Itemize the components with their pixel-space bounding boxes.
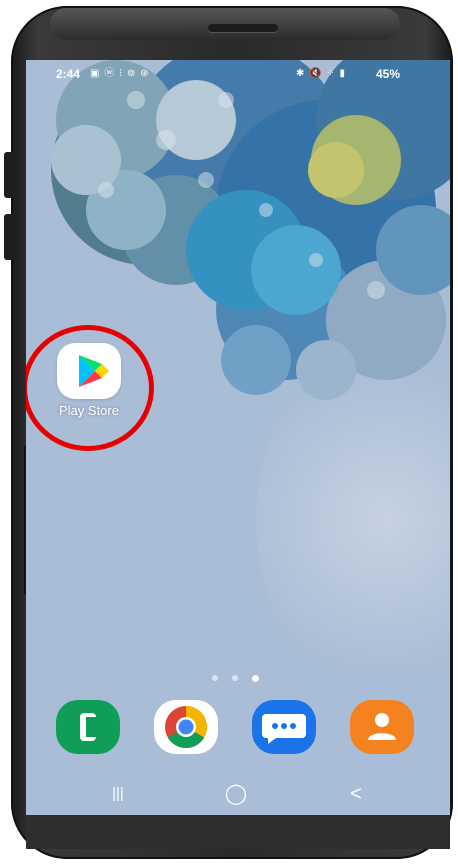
home-button[interactable]: ◯ — [216, 782, 256, 806]
dock — [26, 700, 450, 770]
navigation-bar: ||| ◯ < — [26, 778, 450, 812]
earpiece-speaker — [208, 24, 278, 32]
home-screen: 2:44 ▣ ⓦ ⁝ ⊚ ⊛ ✱ 🔇 ⁘ ▮ 45% Play Store ||… — [26, 60, 450, 815]
notification-icons: ▣ ⓦ ⁝ ⊚ ⊛ — [90, 68, 150, 79]
phone-bottom-bezel — [26, 815, 450, 849]
volume-down-button — [4, 214, 14, 260]
status-time: 2:44 — [56, 67, 81, 81]
highlight-circle — [26, 325, 154, 451]
battery-percentage: 45% — [376, 67, 401, 81]
page-indicator — [212, 675, 272, 683]
back-button[interactable]: < — [336, 782, 376, 806]
system-status-icons: ✱ 🔇 ⁘ ▮ — [296, 68, 347, 79]
contacts-icon — [368, 713, 396, 740]
dock-chrome-app[interactable] — [154, 700, 218, 754]
recents-button[interactable]: ||| — [98, 782, 138, 806]
volume-up-button — [4, 152, 14, 198]
page-dot-active[interactable] — [252, 675, 259, 682]
phone-icon — [80, 713, 100, 741]
messages-icon — [262, 714, 306, 744]
dock-phone-app[interactable] — [56, 700, 120, 754]
dock-messages-app[interactable] — [252, 700, 316, 754]
status-bar: 2:44 ▣ ⓦ ⁝ ⊚ ⊛ ✱ 🔇 ⁘ ▮ 45% — [26, 66, 450, 82]
dock-contacts-app[interactable] — [350, 700, 414, 754]
chrome-icon — [165, 706, 208, 749]
page-dot[interactable] — [212, 675, 218, 681]
page-dot[interactable] — [232, 675, 238, 681]
